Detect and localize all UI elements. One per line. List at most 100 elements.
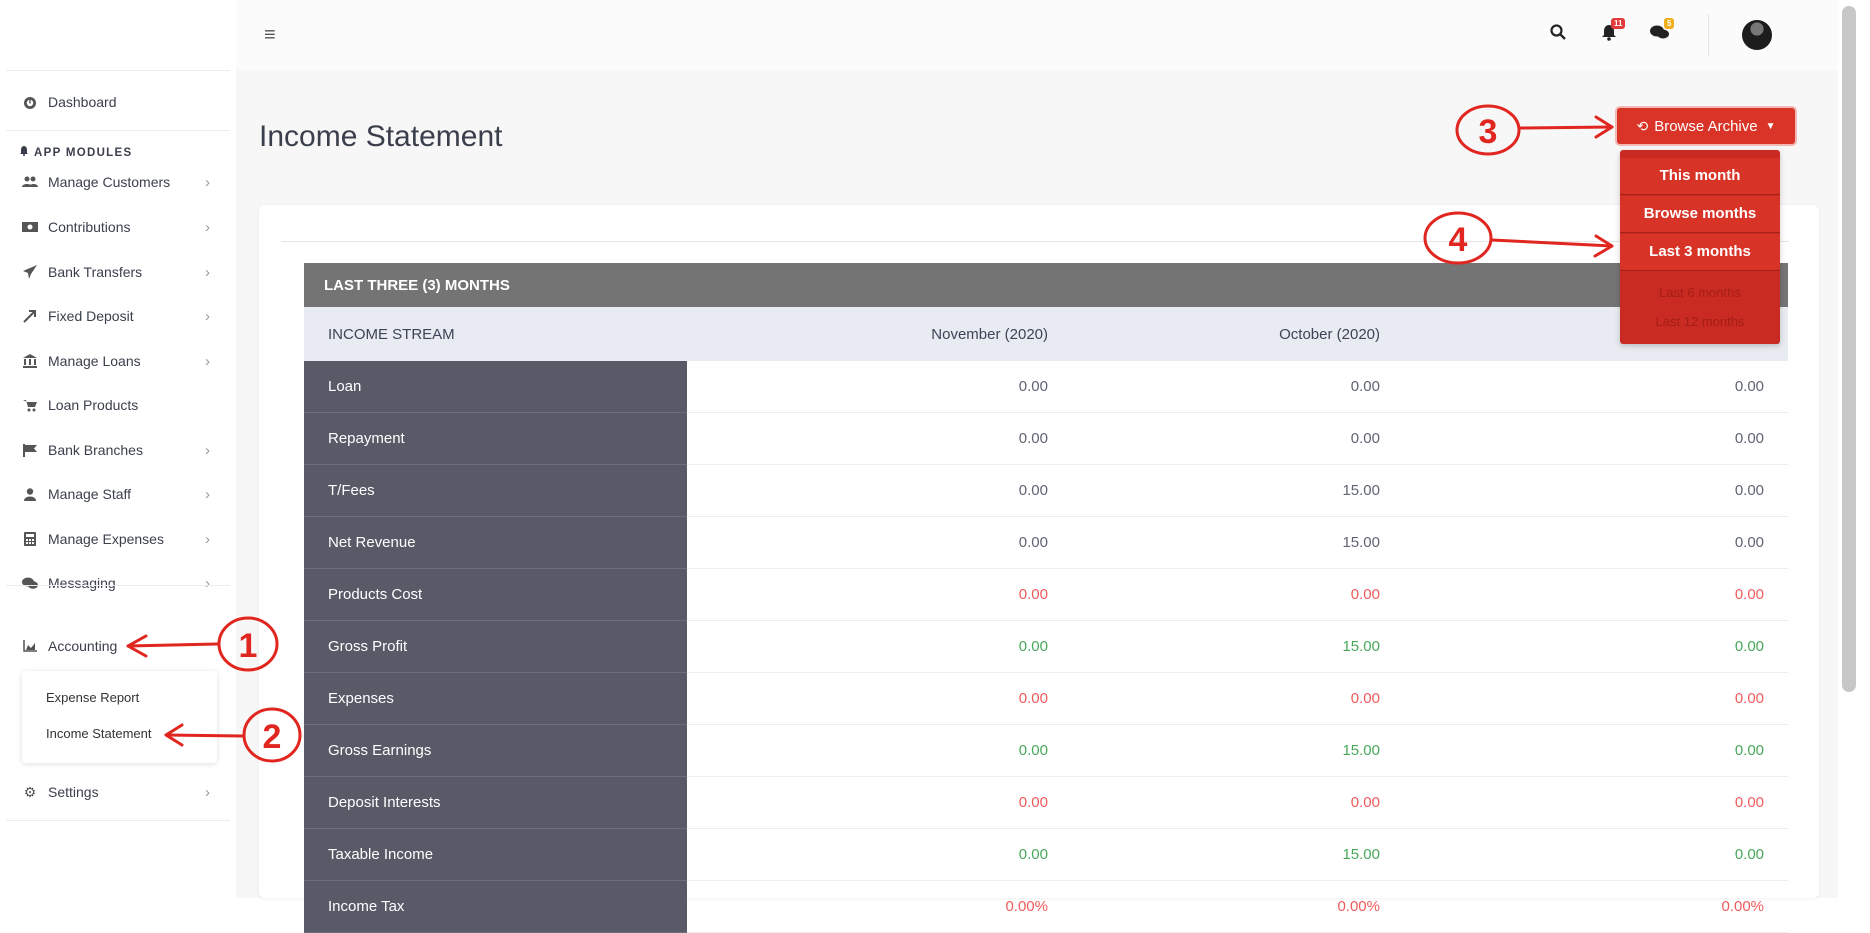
sidebar-divider	[6, 70, 230, 71]
row-value: 0.00	[1404, 412, 1789, 465]
flag-icon	[22, 443, 38, 457]
table-row: Expenses 0.00 0.00 0.00	[304, 672, 1789, 725]
table-row: Gross Profit 0.00 15.00 0.00	[304, 620, 1789, 673]
table-row: Gross Earnings 0.00 15.00 0.00	[304, 724, 1789, 777]
row-value: 0.00	[687, 724, 1072, 777]
row-value: 0.00	[687, 776, 1072, 829]
menu-item-browse-months[interactable]: Browse months	[1620, 196, 1780, 232]
sidebar-item-label: Settings	[48, 784, 99, 800]
income-statement-table: LAST THREE (3) MONTHS INCOME STREAM Nove…	[304, 263, 1789, 933]
sidebar-item-label: Manage Customers	[48, 174, 171, 190]
row-value: 0.00	[1072, 412, 1404, 465]
top-bar: ≡ 11 5	[236, 0, 1838, 70]
sidebar-item-label: Manage Expenses	[48, 531, 164, 547]
sidebar-item-label: Accounting	[48, 638, 118, 654]
row-value: 0.00	[1404, 568, 1789, 621]
row-value: 0.00	[1072, 568, 1404, 621]
row-label: Deposit Interests	[304, 776, 687, 829]
row-value: 0.00	[1404, 516, 1789, 569]
sidebar-item-contributions[interactable]: Contributions ›	[0, 210, 224, 244]
row-value: 0.00	[1404, 672, 1789, 725]
sidebar-item-label: Bank Transfers	[48, 264, 143, 280]
bank-icon	[22, 354, 38, 368]
browse-archive-menu: This month Browse months Last 3 months L…	[1620, 150, 1780, 344]
caret-down-icon: ▼	[1765, 120, 1776, 132]
menu-item-this-month[interactable]: This month	[1620, 158, 1780, 194]
menu-toggle-icon[interactable]: ≡	[264, 24, 276, 47]
sidebar-item-dashboard[interactable]: Dashboard	[0, 85, 224, 119]
chat-icon	[22, 577, 38, 589]
messages-icon[interactable]: 5	[1650, 18, 1675, 45]
chevron-right-icon: ›	[205, 530, 210, 548]
sidebar-item-manage-loans[interactable]: Manage Loans ›	[0, 344, 224, 378]
menu-item-last-6-months[interactable]: Last 6 months	[1620, 285, 1780, 300]
column-header: November (2020)	[687, 307, 1072, 361]
table-row: T/Fees 0.00 15.00 0.00	[304, 464, 1789, 517]
table-row: Deposit Interests 0.00 0.00 0.00	[304, 776, 1789, 829]
row-value: 0.00	[1404, 464, 1789, 517]
sidebar-item-loan-products[interactable]: Loan Products	[0, 388, 224, 422]
sidebar-item-bank-transfers[interactable]: Bank Transfers ›	[0, 255, 224, 289]
sidebar-item-label: Messaging	[48, 575, 116, 591]
row-value: 0.00	[687, 361, 1072, 413]
bell-icon	[20, 146, 28, 159]
sidebar-item-label: Contributions	[48, 219, 131, 235]
row-value: 0.00	[687, 464, 1072, 517]
user-icon	[22, 487, 38, 501]
table-row: Products Cost 0.00 0.00 0.00	[304, 568, 1789, 621]
chart-arrow-icon	[22, 309, 38, 323]
column-header: INCOME STREAM	[304, 307, 687, 361]
main-content: ≡ 11 5 Income Statement LAST THREE (3) M…	[236, 0, 1838, 933]
sidebar-item-bank-branches[interactable]: Bank Branches ›	[0, 433, 224, 467]
column-header: October (2020)	[1072, 307, 1404, 361]
submenu-item-expense-report[interactable]: Expense Report	[46, 690, 139, 705]
table-row: Income Tax 0.00% 0.00% 0.00%	[304, 880, 1789, 933]
gear-icon: ⚙	[23, 783, 37, 800]
sidebar-item-messaging[interactable]: Messaging ›	[0, 566, 224, 600]
row-value: 15.00	[1072, 464, 1404, 517]
user-avatar[interactable]	[1742, 20, 1772, 50]
row-label: Loan	[304, 361, 687, 413]
sidebar-divider	[6, 820, 230, 821]
row-value: 0.00%	[1404, 880, 1789, 933]
notifications-icon[interactable]: 11	[1601, 18, 1626, 46]
table-group-title: LAST THREE (3) MONTHS	[304, 263, 1789, 307]
sidebar-item-accounting[interactable]: Accounting	[0, 629, 224, 663]
menu-item-last-12-months[interactable]: Last 12 months	[1620, 314, 1780, 329]
topbar-divider	[1708, 14, 1709, 56]
sidebar-item-manage-expenses[interactable]: Manage Expenses ›	[0, 522, 224, 556]
browse-archive-button[interactable]: ⟲ Browse Archive ▼	[1617, 108, 1795, 144]
row-value: 0.00	[1072, 776, 1404, 829]
page-scrollbar[interactable]	[1842, 6, 1856, 692]
sidebar-item-label: Loan Products	[48, 397, 139, 413]
menu-item-last-3-months[interactable]: Last 3 months	[1620, 234, 1780, 270]
submenu-item-income-statement[interactable]: Income Statement	[46, 726, 152, 741]
table-row: Taxable Income 0.00 15.00 0.00	[304, 828, 1789, 881]
history-icon: ⟲	[1636, 117, 1649, 134]
sidebar-item-settings[interactable]: ⚙ Settings ›	[0, 775, 224, 809]
row-value: 15.00	[1072, 516, 1404, 569]
sidebar-item-manage-customers[interactable]: Manage Customers ›	[0, 165, 224, 199]
sidebar-item-label: Bank Branches	[48, 442, 143, 458]
sidebar-item-fixed-deposit[interactable]: Fixed Deposit ›	[0, 299, 224, 333]
sidebar-item-manage-staff[interactable]: Manage Staff ›	[0, 477, 224, 511]
table-row: Repayment 0.00 0.00 0.00	[304, 412, 1789, 465]
sidebar-item-label: Dashboard	[48, 94, 117, 110]
users-icon	[22, 176, 38, 188]
row-value: 15.00	[1072, 620, 1404, 673]
chevron-right-icon: ›	[205, 173, 210, 191]
search-icon[interactable]	[1550, 24, 1566, 45]
money-icon	[22, 222, 38, 232]
row-value: 0.00	[687, 412, 1072, 465]
chevron-right-icon: ›	[205, 783, 210, 801]
row-label: Products Cost	[304, 568, 687, 621]
calculator-icon	[22, 532, 38, 546]
row-value: 0.00	[1072, 672, 1404, 725]
row-value: 0.00	[1404, 724, 1789, 777]
row-label: T/Fees	[304, 464, 687, 517]
sidebar-section-title: APP MODULES	[20, 146, 132, 159]
row-value: 15.00	[1072, 724, 1404, 777]
row-value: 0.00	[1072, 361, 1404, 413]
dashboard-icon	[22, 95, 38, 109]
page-title: Income Statement	[259, 120, 503, 153]
